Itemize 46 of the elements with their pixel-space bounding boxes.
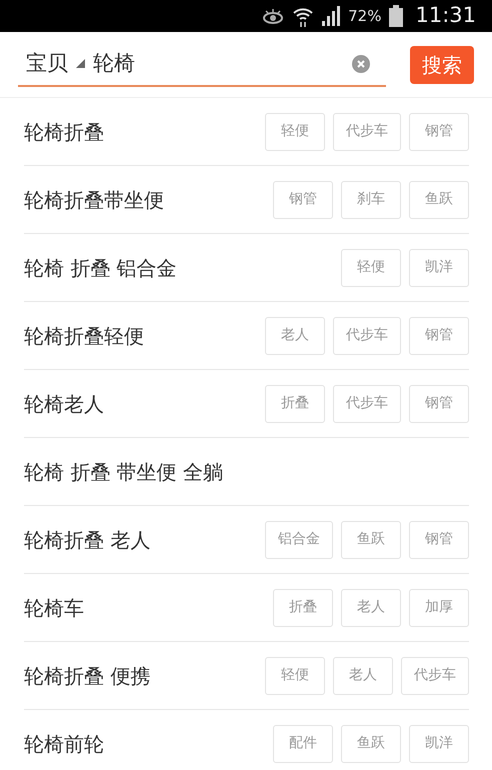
tag-chip[interactable]: 钢管 xyxy=(409,316,469,354)
tag-chip[interactable]: 轻便 xyxy=(341,248,401,286)
dropdown-triangle-icon[interactable] xyxy=(76,59,85,68)
tag-chip[interactable]: 鱼跃 xyxy=(341,724,401,762)
clock-time: 11:31 xyxy=(415,2,476,30)
suggestion-text[interactable]: 轮椅 折叠 铝合金 xyxy=(24,252,177,282)
tag-chip[interactable]: 折叠 xyxy=(265,384,325,422)
clear-icon[interactable] xyxy=(352,54,370,72)
suggestion-text[interactable]: 轮椅折叠带坐便 xyxy=(24,184,164,214)
tag-chip[interactable]: 老人 xyxy=(341,588,401,626)
suggestion-text[interactable]: 轮椅折叠 便携 xyxy=(24,660,150,690)
scope-label: 宝贝 xyxy=(26,50,68,77)
tag-chip[interactable]: 轻便 xyxy=(265,656,325,694)
tag-chip[interactable]: 钢管 xyxy=(273,180,333,218)
tag-chip[interactable]: 老人 xyxy=(265,316,325,354)
suggestion-text[interactable]: 轮椅折叠 老人 xyxy=(24,524,150,554)
tag-chip[interactable]: 凯洋 xyxy=(409,248,469,286)
battery-icon xyxy=(389,5,404,27)
tag-chip[interactable]: 代步车 xyxy=(333,112,401,150)
suggestion-text[interactable]: 轮椅折叠 xyxy=(24,116,104,146)
tag-chip[interactable]: 鱼跃 xyxy=(341,520,401,558)
signal-icon xyxy=(322,6,340,26)
tag-chip[interactable]: 加厚 xyxy=(409,588,469,626)
search-field[interactable]: 轮椅 xyxy=(93,48,352,80)
tag-chip[interactable]: 鱼跃 xyxy=(409,180,469,218)
tag-chip[interactable]: 钢管 xyxy=(409,520,469,558)
tag-chip[interactable]: 铝合金 xyxy=(265,520,333,558)
tag-chip[interactable]: 凯洋 xyxy=(409,724,469,762)
suggestion-text[interactable]: 轮椅老人 xyxy=(24,388,104,418)
suggestion-text[interactable]: 轮椅折叠轻便 xyxy=(24,320,144,350)
tag-chip[interactable]: 轻便 xyxy=(265,112,325,150)
tag-chip[interactable]: 老人 xyxy=(333,656,393,694)
suggestion-text[interactable]: 轮椅前轮 xyxy=(24,728,104,758)
eye-icon xyxy=(262,8,284,24)
tag-chip[interactable]: 钢管 xyxy=(409,384,469,422)
battery-percent: 72% xyxy=(348,6,382,27)
search-button[interactable]: 搜索 xyxy=(410,46,474,84)
tag-chip[interactable]: 代步车 xyxy=(401,656,469,694)
suggestion-text[interactable]: 轮椅 折叠 带坐便 全躺 xyxy=(24,456,224,486)
tag-chip[interactable]: 折叠 xyxy=(273,588,333,626)
tag-chip[interactable]: 钢管 xyxy=(409,112,469,150)
tag-chip[interactable]: 代步车 xyxy=(333,384,401,422)
tag-chip[interactable]: 刹车 xyxy=(341,180,401,218)
suggestion-text[interactable]: 轮椅车 xyxy=(24,592,84,622)
tag-chip[interactable]: 代步车 xyxy=(333,316,401,354)
tag-chip[interactable]: 配件 xyxy=(273,724,333,762)
